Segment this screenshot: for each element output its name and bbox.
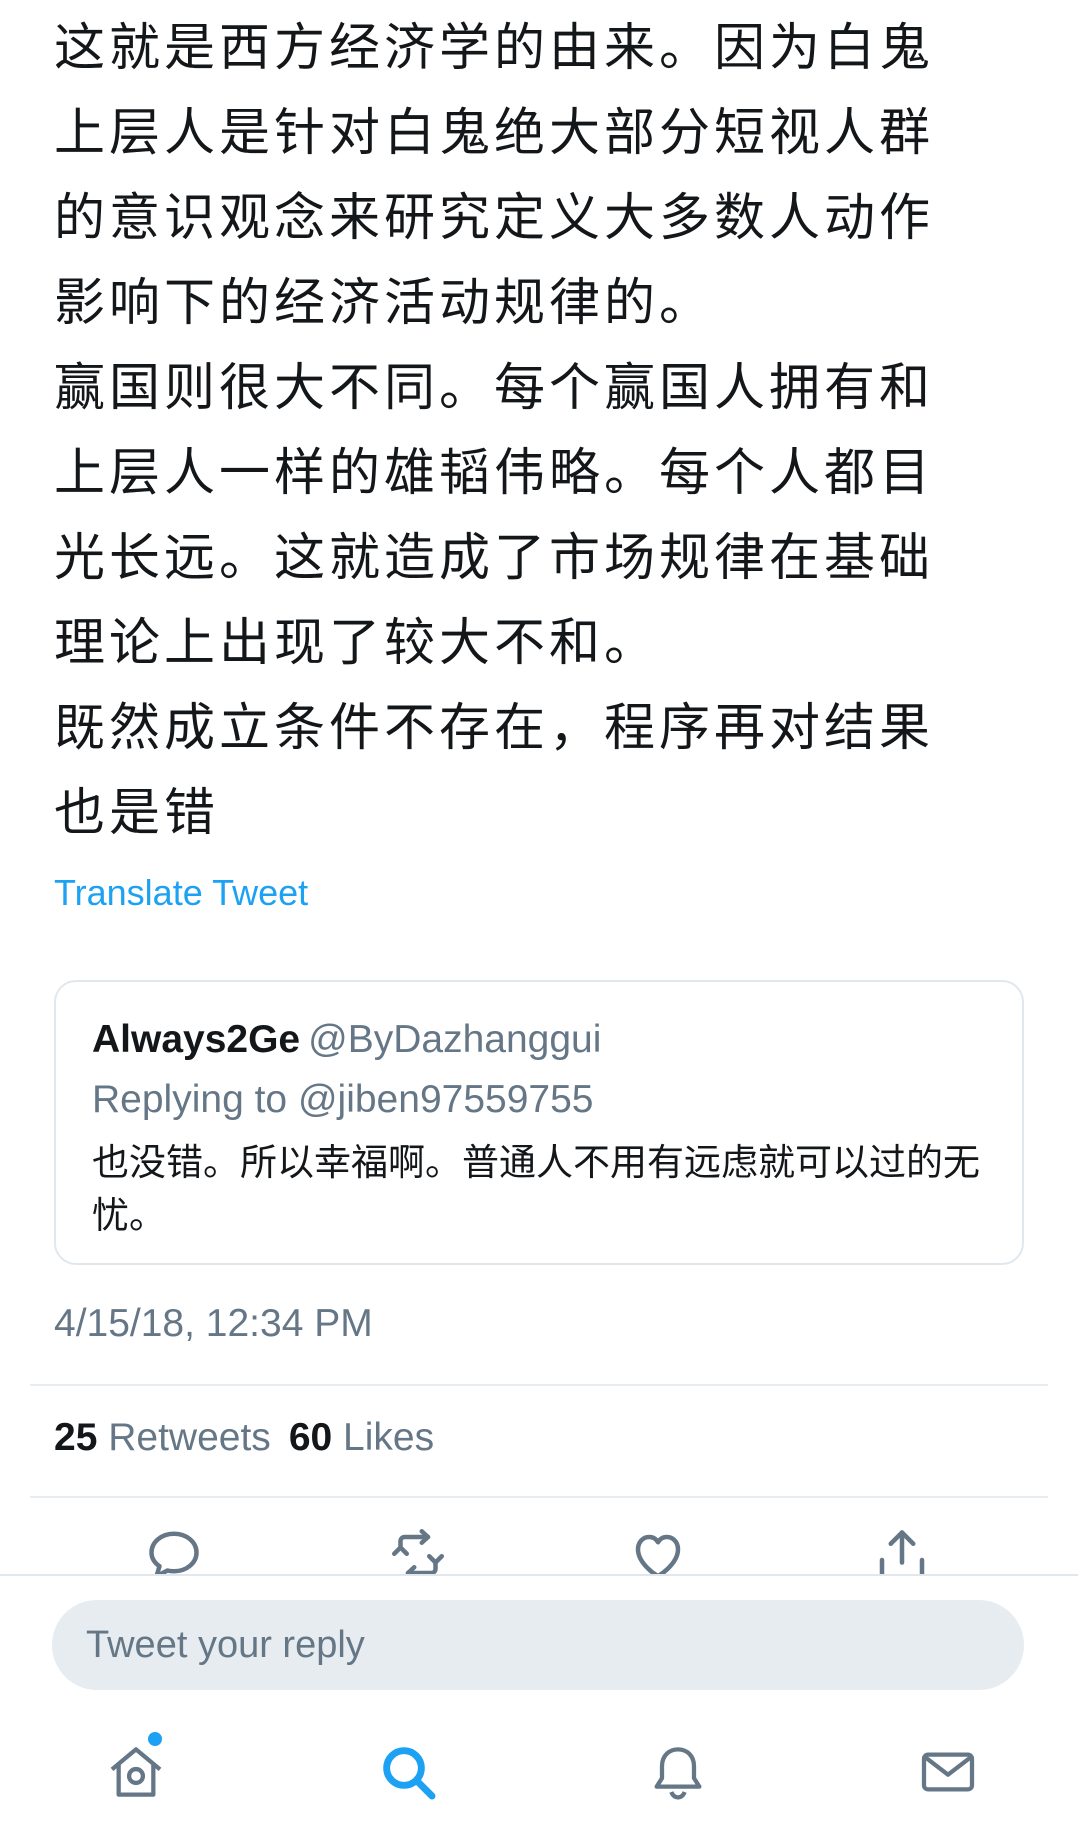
tweet-timestamp: 4/15/18, 12:34 PM [54, 1302, 373, 1345]
tweet-text: 这就是西方经济学的由来。因为白鬼 上层人是针对白鬼绝大部分短视人群 的意识观念来… [54, 19, 935, 843]
notifications-icon[interactable] [646, 1740, 710, 1804]
quoted-tweet-header: Always2Ge @ByDazhanggui [92, 1018, 601, 1062]
reply-input[interactable]: Tweet your reply [52, 1600, 1024, 1690]
quoted-tweet-text: 也没错。所以幸福啊。普通人不用有远虑就可以过的无忧。 [92, 1141, 980, 1237]
divider [30, 1496, 1048, 1498]
likes-label: Likes [343, 1416, 435, 1459]
quoted-author-handle: @ByDazhanggui [308, 1018, 602, 1061]
likes-count: 60 [288, 1416, 333, 1459]
quoted-tweet-card[interactable]: Always2Ge @ByDazhanggui Replying to @jibe… [54, 980, 1024, 1265]
quoted-author-name: Always2Ge [92, 1018, 301, 1061]
divider [30, 1384, 1048, 1386]
tweet-stats: 25 Retweets 60 Likes [54, 1416, 434, 1460]
retweets-label: Retweets [108, 1416, 271, 1459]
translate-tweet-link[interactable]: Translate Tweet [54, 872, 308, 914]
messages-icon[interactable] [916, 1740, 980, 1804]
likes-stat[interactable]: 60 Likes [289, 1416, 434, 1459]
search-icon[interactable] [376, 1740, 440, 1804]
retweets-stat[interactable]: 25 Retweets [54, 1416, 271, 1459]
home-icon[interactable] [104, 1740, 168, 1804]
retweets-count: 25 [54, 1416, 98, 1459]
quoted-replying-to: Replying to @jiben97559755 [92, 1078, 594, 1121]
